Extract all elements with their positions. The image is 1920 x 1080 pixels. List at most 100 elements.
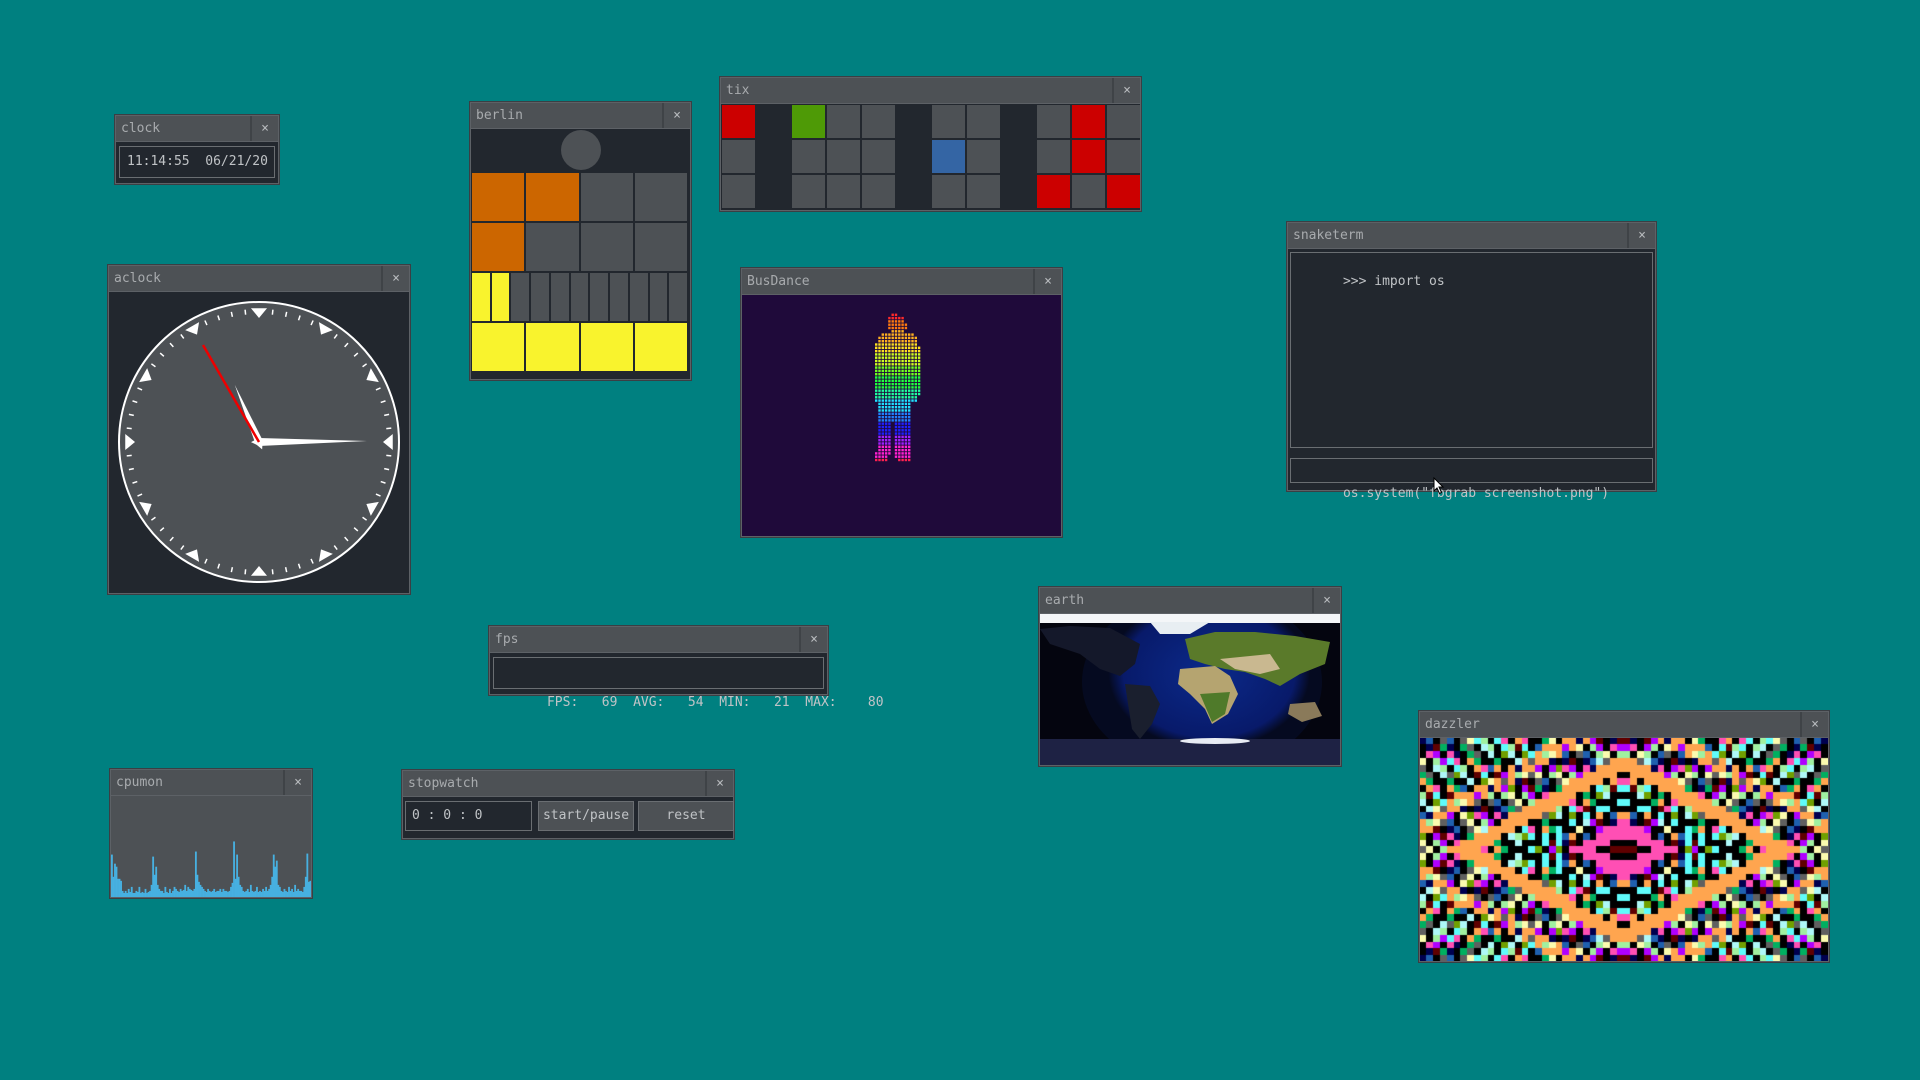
fps-titlebar[interactable]: fps × bbox=[490, 627, 827, 653]
tix-cell bbox=[1072, 105, 1105, 138]
dancer-pixel bbox=[908, 366, 911, 369]
dancer-pixel bbox=[884, 336, 888, 340]
close-icon[interactable]: × bbox=[662, 103, 690, 128]
snaketerm-titlebar[interactable]: snaketerm × bbox=[1288, 223, 1655, 249]
berlin-clock-grid bbox=[471, 129, 690, 379]
dancer-pixel bbox=[888, 382, 891, 386]
clock-titlebar[interactable]: clock × bbox=[116, 116, 278, 142]
dancer-pixel bbox=[888, 346, 891, 349]
dancer-pixel bbox=[888, 320, 891, 323]
dancer-pixel bbox=[888, 439, 891, 442]
tix-cell bbox=[1037, 105, 1070, 138]
dancer-pixel bbox=[908, 359, 911, 363]
dancer-pixel bbox=[894, 320, 898, 323]
dancer-pixel bbox=[891, 356, 894, 359]
dancer-pixel bbox=[884, 439, 888, 442]
close-icon[interactable]: × bbox=[250, 116, 278, 141]
dancer-pixel bbox=[894, 455, 898, 458]
dancer-pixel bbox=[888, 369, 891, 373]
busdance-titlebar[interactable]: BusDance × bbox=[742, 269, 1061, 295]
dancer-pixel bbox=[898, 455, 901, 458]
dancer-pixel bbox=[881, 392, 884, 396]
dancer-pixel bbox=[891, 349, 894, 353]
dancer-pixel bbox=[894, 386, 898, 389]
dancer-pixel bbox=[878, 353, 881, 356]
dancer-pixel bbox=[884, 373, 888, 376]
close-icon[interactable]: × bbox=[1312, 588, 1340, 613]
dancer-pixel bbox=[884, 389, 888, 392]
tix-cell bbox=[932, 140, 965, 173]
close-icon[interactable]: × bbox=[705, 771, 733, 796]
dancer-pixel bbox=[908, 445, 911, 448]
dancer-pixel bbox=[908, 458, 911, 462]
dancer-pixel bbox=[888, 402, 891, 406]
terminal-input-value: os.system("fbgrab screenshot.png") bbox=[1342, 486, 1610, 501]
hour-lamp bbox=[526, 223, 579, 271]
dancer-pixel bbox=[878, 448, 881, 452]
dancer-pixel bbox=[904, 389, 908, 392]
close-icon[interactable]: × bbox=[381, 266, 409, 291]
dancer-pixel bbox=[898, 386, 901, 389]
close-icon[interactable]: × bbox=[1627, 223, 1655, 248]
dancer-pixel bbox=[881, 409, 884, 412]
dazzler-titlebar[interactable]: dazzler × bbox=[1420, 712, 1828, 738]
dancer-pixel bbox=[901, 422, 904, 425]
close-icon[interactable]: × bbox=[1112, 78, 1140, 103]
dancer-pixel bbox=[888, 415, 891, 419]
dancer-pixel bbox=[875, 389, 878, 392]
start-pause-button[interactable]: start/pause bbox=[538, 801, 634, 831]
dancer-pixel bbox=[891, 316, 894, 320]
dancer-pixel bbox=[917, 389, 921, 392]
dancer-pixel bbox=[875, 353, 878, 356]
terminal-input[interactable]: os.system("fbgrab screenshot.png") bbox=[1290, 458, 1653, 501]
dancer-pixel bbox=[901, 448, 904, 452]
berlin-titlebar[interactable]: berlin × bbox=[471, 103, 690, 129]
dancer-pixel bbox=[898, 412, 901, 415]
dancer-pixel bbox=[901, 435, 904, 439]
berlin-window: berlin × bbox=[470, 102, 691, 380]
dancer-pixel bbox=[901, 349, 904, 353]
dancer-pixel bbox=[891, 359, 894, 363]
dancer-pixel bbox=[881, 406, 884, 409]
dancer-pixel bbox=[875, 356, 878, 359]
dancer-pixel bbox=[881, 379, 884, 382]
dancer-pixel bbox=[901, 439, 904, 442]
dancer-pixel bbox=[878, 340, 881, 343]
stopwatch-titlebar[interactable]: stopwatch × bbox=[403, 771, 733, 797]
dancer-pixel bbox=[898, 379, 901, 382]
close-icon[interactable]: × bbox=[1033, 269, 1061, 294]
dancer-pixel bbox=[891, 363, 894, 366]
dancer-pixel bbox=[904, 363, 908, 366]
aclock-titlebar[interactable]: aclock × bbox=[109, 266, 409, 292]
close-icon[interactable]: × bbox=[799, 627, 827, 652]
dancer-pixel bbox=[881, 343, 884, 346]
reset-button[interactable]: reset bbox=[638, 801, 734, 831]
dancer-pixel bbox=[908, 399, 911, 402]
dancer-pixel bbox=[901, 415, 904, 419]
dancer-pixel bbox=[898, 366, 901, 369]
dancer-pixel bbox=[917, 376, 921, 379]
dancer-pixel bbox=[875, 363, 878, 366]
dancer-pixel bbox=[881, 429, 884, 432]
earth-titlebar[interactable]: earth × bbox=[1040, 588, 1340, 614]
dancer-pixel bbox=[908, 386, 911, 389]
dancer-pixel bbox=[894, 389, 898, 392]
dancer-pixel bbox=[881, 382, 884, 386]
minute-tick bbox=[384, 467, 390, 471]
dancer-pixel bbox=[904, 359, 908, 363]
tix-titlebar[interactable]: tix × bbox=[721, 78, 1140, 104]
dancer-pixel bbox=[894, 439, 898, 442]
cpumon-titlebar[interactable]: cpumon × bbox=[111, 770, 311, 796]
close-icon[interactable]: × bbox=[283, 770, 311, 795]
tix-cell bbox=[827, 105, 860, 138]
five-hour-lamp bbox=[634, 173, 687, 221]
dancer-pixel bbox=[884, 396, 888, 399]
tix-cell bbox=[932, 175, 965, 208]
dancer-pixel bbox=[891, 406, 894, 409]
dancer-pixel bbox=[881, 396, 884, 399]
dancer-pixel bbox=[908, 422, 911, 425]
dancer-pixel bbox=[911, 343, 914, 346]
dancer-pixel bbox=[914, 386, 917, 389]
dancer-pixel bbox=[894, 363, 898, 366]
close-icon[interactable]: × bbox=[1800, 712, 1828, 737]
